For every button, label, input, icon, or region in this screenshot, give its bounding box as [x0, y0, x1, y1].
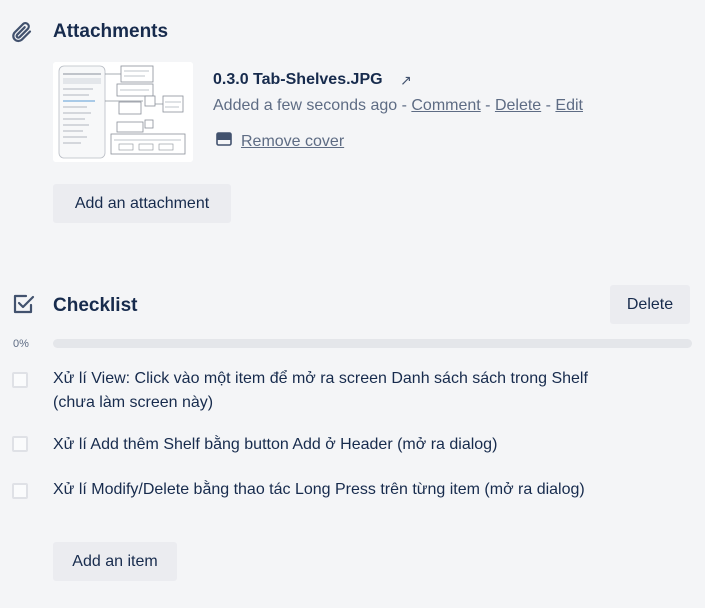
checklist-item-checkbox[interactable]: [12, 436, 28, 452]
checkbox-icon: [12, 293, 36, 317]
attachments-title: Attachments: [53, 21, 169, 42]
attachment-thumbnail[interactable]: [53, 62, 193, 162]
checklist-item-text[interactable]: Xử lí Modify/Delete bằng thao tác Long P…: [53, 478, 613, 502]
checklist-progress-bar: [53, 339, 692, 348]
attachment-meta: Added a few seconds ago - Comment - Dele…: [213, 97, 583, 115]
add-attachment-button[interactable]: Add an attachment: [53, 184, 231, 223]
checklist-item-text[interactable]: Xử lí View: Click vào một item để mở ra …: [53, 367, 613, 415]
comment-link[interactable]: Comment: [411, 97, 480, 114]
meta-separator: -: [541, 97, 556, 114]
paperclip-icon: [10, 20, 34, 44]
checklist-item-checkbox[interactable]: [12, 483, 28, 499]
delete-attachment-link[interactable]: Delete: [495, 97, 541, 114]
card-cover-icon: [216, 132, 232, 151]
edit-attachment-link[interactable]: Edit: [555, 97, 583, 114]
attachment-filename[interactable]: 0.3.0 Tab-Shelves.JPG: [213, 71, 383, 89]
remove-cover-label: Remove cover: [241, 132, 345, 150]
delete-checklist-button[interactable]: Delete: [610, 285, 690, 324]
meta-separator: -: [480, 97, 495, 114]
meta-separator: -: [397, 97, 412, 114]
remove-cover-link[interactable]: Remove cover: [216, 132, 344, 151]
attachment-added-time: Added a few seconds ago: [213, 97, 398, 114]
checklist-title: Checklist: [53, 295, 138, 316]
checklist-item-text[interactable]: Xử lí Add thêm Shelf bằng button Add ở H…: [53, 433, 613, 457]
checklist-item-checkbox[interactable]: [12, 372, 28, 388]
open-external-icon[interactable]: ↗: [400, 72, 412, 89]
add-checklist-item-button[interactable]: Add an item: [53, 542, 177, 581]
checklist-progress-percent: 0%: [13, 338, 29, 350]
